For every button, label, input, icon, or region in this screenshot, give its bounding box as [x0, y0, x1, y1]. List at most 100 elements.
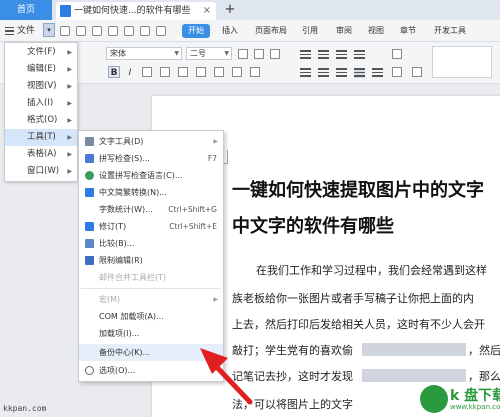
highlight-icon[interactable]	[214, 67, 224, 77]
menu-item-spellcheck[interactable]: 拼写检查(S)... F7	[79, 150, 223, 167]
menu-item-file[interactable]: 文件(F) ▶	[5, 44, 77, 61]
tab-chapter[interactable]: 章节	[400, 24, 416, 38]
submenu-arrow-icon: ▶	[67, 100, 72, 107]
compare-icon	[85, 239, 94, 248]
close-tab-icon[interactable]: ×	[203, 2, 211, 20]
font-name-select[interactable]: 宋体 ▼	[106, 47, 182, 60]
menu-item-label: 文件(F)	[27, 47, 56, 57]
borders-icon[interactable]	[412, 67, 422, 77]
menu-item-label: 文字工具(D)	[99, 137, 144, 146]
menu-item-view[interactable]: 视图(V) ▶	[5, 78, 77, 95]
spellcheck-icon	[85, 154, 94, 163]
chevron-down-icon: ▼	[224, 50, 229, 57]
font-size-select[interactable]: 二号 ▼	[186, 47, 232, 60]
shortcut-label: Ctrl+Shift+G	[168, 205, 217, 214]
restrict-icon	[85, 256, 94, 265]
menu-item-label: 比较(B)...	[99, 239, 135, 248]
underline-icon[interactable]	[142, 67, 152, 77]
italic-button[interactable]: I	[124, 66, 136, 78]
menu-item-label: 插入(I)	[27, 98, 54, 108]
line-spacing-icon[interactable]	[392, 67, 402, 77]
tab-references[interactable]: 引用	[302, 24, 318, 38]
grow-font-icon[interactable]	[238, 49, 248, 59]
menu-item-tools[interactable]: 工具(T) ▶	[5, 129, 77, 146]
menu-item-label: 邮件合并工具栏(T)	[99, 273, 167, 282]
align-right-icon[interactable]	[336, 68, 347, 78]
distributed-icon[interactable]	[372, 68, 383, 78]
new-doc-icon[interactable]	[60, 26, 70, 36]
menu-item-restrict-edit[interactable]: 限制编辑(R)	[79, 252, 223, 269]
decrease-indent-icon[interactable]	[336, 50, 347, 60]
bold-button[interactable]: B	[108, 66, 120, 78]
menu-item-edit[interactable]: 编辑(E) ▶	[5, 61, 77, 78]
annotation-arrow-icon	[200, 348, 253, 405]
menu-item-window[interactable]: 窗口(W) ▶	[5, 163, 77, 180]
tab-developer[interactable]: 开发工具	[434, 24, 466, 38]
menu-item-label: 设置拼写检查语言(C)...	[99, 171, 183, 180]
strikethrough-icon[interactable]	[160, 67, 170, 77]
body-line-4-tail: ，然后找学	[468, 344, 500, 357]
tab-page-layout[interactable]: 页面布局	[255, 24, 287, 38]
tab-start[interactable]: 开始	[182, 24, 210, 38]
settings-icon	[85, 366, 94, 375]
style-gallery[interactable]	[432, 46, 492, 78]
menu-item-table[interactable]: 表格(A) ▶	[5, 146, 77, 163]
clear-format-icon[interactable]	[270, 49, 280, 59]
subscript-icon[interactable]	[196, 67, 206, 77]
superscript-icon[interactable]	[178, 67, 188, 77]
document-icon	[60, 5, 71, 17]
menu-item-spell-language[interactable]: 设置拼写检查语言(C)...	[79, 167, 223, 184]
menu-item-label: 修订(T)	[99, 222, 127, 231]
blurred-text	[362, 343, 466, 356]
menu-item-mail-merge: 邮件合并工具栏(T)	[79, 269, 223, 286]
menu-item-label: 宏(M)	[99, 295, 121, 304]
tab-document[interactable]: 一键如何快速...的软件有哪些 ×	[56, 2, 216, 20]
submenu-arrow-icon: ▶	[67, 168, 72, 175]
logo-icon	[420, 385, 448, 413]
menu-item-label: 编辑(E)	[27, 64, 57, 74]
tab-view[interactable]: 视图	[368, 24, 384, 38]
menu-item-insert[interactable]: 插入(I) ▶	[5, 95, 77, 112]
justify-icon[interactable]	[354, 68, 365, 78]
menu-item-label: 加载项(I)...	[99, 329, 140, 338]
tab-document-label: 一键如何快速...的软件有哪些	[74, 6, 191, 16]
submenu-arrow-icon: ▶	[67, 83, 72, 90]
file-dropdown-arrow[interactable]: ▾	[43, 23, 55, 37]
preview-icon[interactable]	[124, 26, 134, 36]
submenu-arrow-icon: ▶	[67, 134, 72, 141]
convert-icon	[85, 188, 94, 197]
save-icon[interactable]	[92, 26, 102, 36]
document-title-line1: 一键如何快速提取图片中的文字	[232, 180, 484, 201]
increase-indent-icon[interactable]	[354, 50, 365, 60]
align-left-icon[interactable]	[300, 68, 311, 78]
menu-item-label: 工具(T)	[27, 132, 56, 142]
menu-item-revision[interactable]: 修订(T) Ctrl+Shift+E	[79, 218, 223, 235]
menu-item-text-tools[interactable]: 文字工具(D) ▶	[79, 133, 223, 150]
undo-icon[interactable]	[140, 26, 150, 36]
menu-item-label: 中文简繁转换(N)...	[99, 188, 167, 197]
watermark-left: kkpan.com	[3, 404, 47, 413]
shrink-font-icon[interactable]	[254, 49, 264, 59]
menu-item-chinese-convert[interactable]: 中文简繁转换(N)...	[79, 184, 223, 201]
menu-item-format[interactable]: 格式(O) ▶	[5, 112, 77, 129]
font-color-icon[interactable]	[232, 67, 242, 77]
open-icon[interactable]	[76, 26, 86, 36]
numbered-list-icon[interactable]	[318, 50, 329, 60]
submenu-arrow-icon: ▶	[213, 296, 218, 303]
redo-icon[interactable]	[156, 26, 166, 36]
add-tab-button[interactable]: +	[222, 2, 238, 18]
file-menu-label: 文件	[17, 26, 36, 36]
submenu-arrow-icon: ▶	[67, 49, 72, 56]
tab-home[interactable]: 首页	[0, 0, 52, 20]
bullet-list-icon[interactable]	[300, 50, 311, 60]
menu-item-label: 格式(O)	[27, 115, 58, 125]
menu-item-compare[interactable]: 比较(B)...	[79, 235, 223, 252]
print-icon[interactable]	[108, 26, 118, 36]
align-center-icon[interactable]	[318, 68, 329, 78]
char-shading-icon[interactable]	[250, 67, 260, 77]
sort-icon[interactable]	[392, 49, 402, 59]
body-line-1: 在我们工作和学习过程中，我们会经常遇到这样	[256, 264, 487, 277]
tab-insert[interactable]: 插入	[222, 24, 238, 38]
tab-review[interactable]: 审阅	[336, 24, 352, 38]
menu-item-word-count[interactable]: 字数统计(W)... Ctrl+Shift+G	[79, 201, 223, 218]
